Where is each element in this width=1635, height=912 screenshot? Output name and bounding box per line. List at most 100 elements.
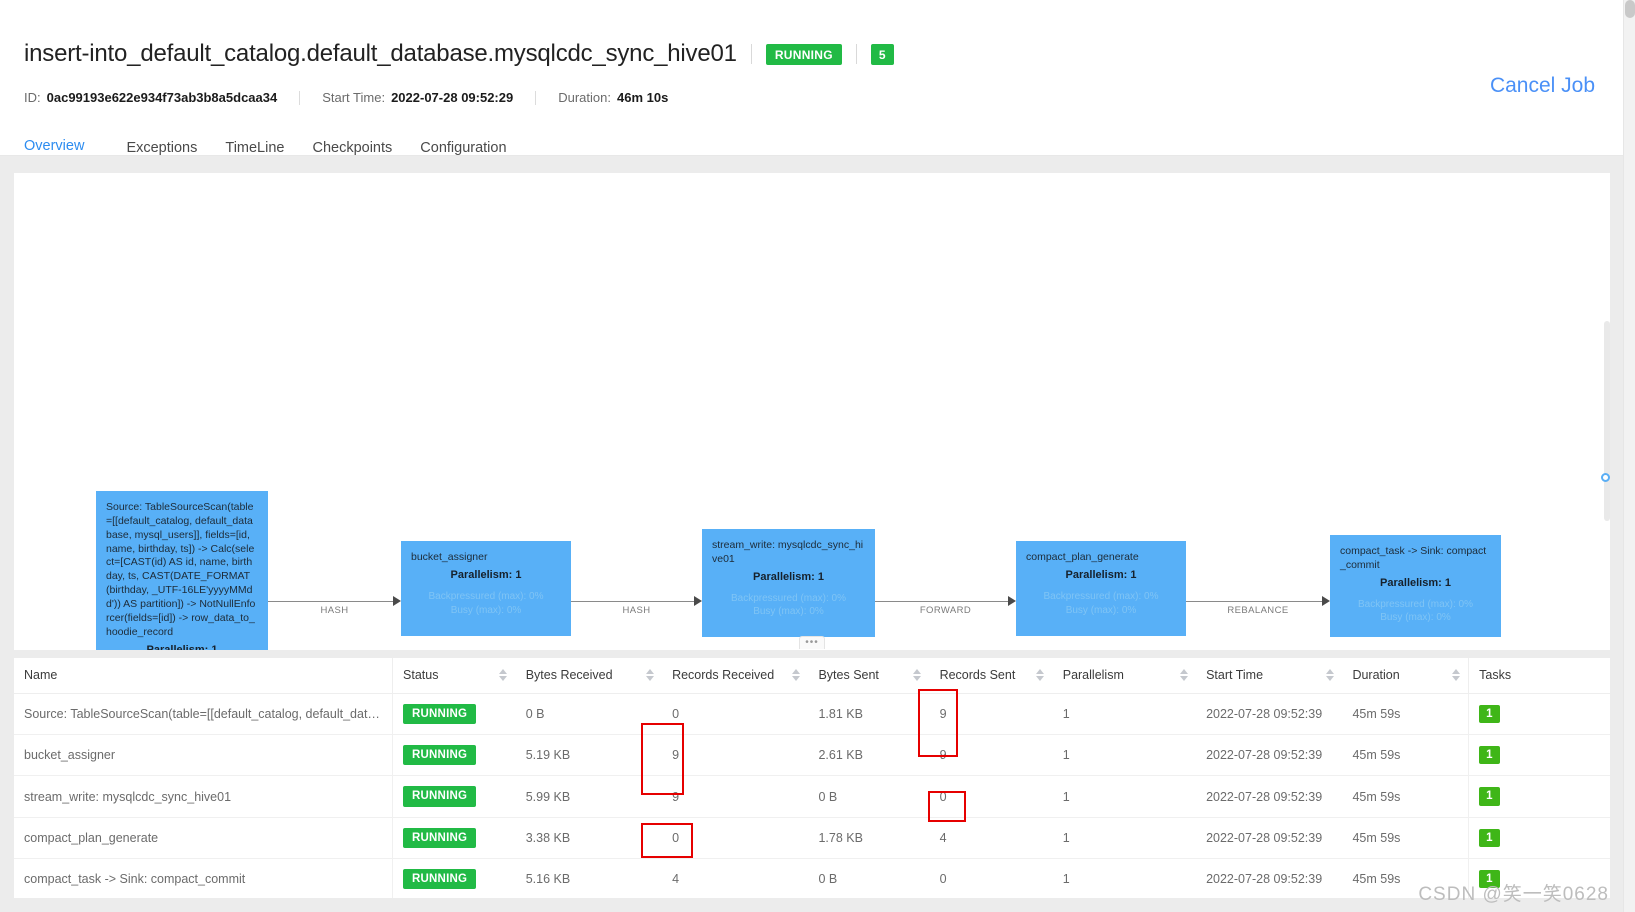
cell-parallelism: 1 — [1052, 693, 1197, 736]
cell-name[interactable]: stream_write: mysqlcdc_sync_hive01 — [14, 775, 393, 818]
graph-node-compact-plan-generate[interactable]: compact_plan_generate Parallelism: 1 Bac… — [1016, 541, 1186, 636]
cell-name[interactable]: Source: TableSourceScan(table=[[default_… — [14, 693, 393, 736]
status-badge: RUNNING — [403, 827, 477, 848]
task-count-badge: 1 — [1479, 746, 1500, 765]
graph-node-busy: Busy (max): 0% — [1065, 604, 1137, 616]
cell-records-sent: 9 — [929, 693, 1053, 736]
sort-icon[interactable] — [645, 668, 654, 683]
cell-name[interactable]: bucket_assigner — [14, 734, 393, 777]
cell-duration: 45m 59s — [1342, 734, 1469, 777]
cell-tasks: 1 — [1468, 775, 1610, 818]
cell-records-received: 0 — [662, 693, 809, 736]
cell-parallelism: 1 — [1052, 817, 1197, 859]
cancel-job-button[interactable]: Cancel Job — [1490, 74, 1595, 98]
cell-duration: 45m 59s — [1342, 817, 1469, 859]
sort-icon[interactable] — [1179, 668, 1188, 683]
subtask-link[interactable]: compact_plan_generate — [24, 831, 158, 845]
edge-label: FORWARD — [919, 605, 972, 616]
table-header-row: Name Status Bytes Received Records Recei… — [14, 658, 1610, 694]
start-time-label: Start Time: — [322, 90, 386, 105]
cell-records-sent: 0 — [929, 858, 1053, 898]
sort-icon[interactable] — [913, 668, 922, 683]
column-header-status[interactable]: Status — [392, 658, 516, 694]
graph-node-bucket-assigner[interactable]: bucket_assigner Parallelism: 1 Backpress… — [401, 541, 571, 636]
column-header-bytes-sent[interactable]: Bytes Sent — [808, 658, 930, 694]
edge-line — [268, 601, 394, 602]
subtasks-table-panel: Name Status Bytes Received Records Recei… — [14, 658, 1610, 898]
column-header-records-sent-label: Records Sent — [939, 668, 1016, 682]
cell-bytes-sent: 1.81 KB — [808, 693, 930, 736]
task-count-badge: 1 — [1479, 828, 1500, 847]
graph-node-parallelism: Parallelism: 1 — [1065, 568, 1137, 581]
graph-node-name: bucket_assigner — [411, 551, 488, 563]
arrow-right-icon — [393, 596, 401, 606]
subtask-link[interactable]: compact_task -> Sink: compact_commit — [24, 872, 245, 886]
panel-resize-handle[interactable]: ••• — [799, 636, 825, 649]
job-dataflow-graph[interactable]: Source: TableSourceScan(table=[[default_… — [14, 173, 1610, 650]
graph-node-parallelism: Parallelism: 1 — [1380, 576, 1451, 589]
job-title-row: insert-into_default_catalog.default_data… — [24, 40, 894, 68]
page-scrollbar-thumb[interactable] — [1625, 0, 1635, 18]
graph-vertical-scrollbar[interactable] — [1604, 321, 1610, 521]
column-header-start-time[interactable]: Start Time — [1196, 658, 1343, 694]
table-body: Source: TableSourceScan(table=[[default_… — [14, 693, 1610, 898]
status-badge: RUNNING — [403, 786, 477, 807]
graph-node-parallelism: Parallelism: 1 — [753, 570, 824, 583]
job-id-value: 0ac99193e622e934f73ab3b8a5dcaa34 — [46, 90, 278, 105]
cell-records-received: 9 — [662, 775, 809, 818]
cell-start-time: 2022-07-28 09:52:39 — [1196, 817, 1343, 859]
graph-node-name: Source: TableSourceScan(table=[[default_… — [106, 501, 256, 638]
duration-value: 46m 10s — [616, 90, 669, 105]
cell-tasks: 1 — [1468, 693, 1610, 736]
watermark: CSDN @笑一笑0628 — [1418, 884, 1609, 905]
graph-node-backpressured: Backpressured (max): 0% — [730, 593, 847, 605]
column-header-records-sent[interactable]: Records Sent — [929, 658, 1053, 694]
arrow-right-icon — [694, 596, 702, 606]
meta-divider-2 — [535, 90, 537, 105]
edge-line — [571, 601, 695, 602]
table-row[interactable]: compact_plan_generate RUNNING 3.38 KB 0 … — [14, 817, 1610, 859]
table-row[interactable]: stream_write: mysqlcdc_sync_hive01 RUNNI… — [14, 775, 1610, 818]
sort-icon[interactable] — [1036, 668, 1045, 683]
sort-icon[interactable] — [1325, 668, 1334, 683]
subtask-link[interactable]: Source: TableSourceScan(table=[[default_… — [24, 707, 393, 721]
graph-node-source[interactable]: Source: TableSourceScan(table=[[default_… — [96, 491, 268, 650]
graph-node-name: compact_task -> Sink: compact_commit — [1340, 545, 1487, 571]
status-badge: RUNNING — [403, 868, 477, 890]
column-header-tasks[interactable]: Tasks — [1468, 658, 1610, 694]
column-header-parallelism-label: Parallelism — [1062, 668, 1124, 682]
graph-edge-rebalance: REBALANCE — [1186, 591, 1330, 616]
graph-node-busy: Busy (max): 0% — [753, 606, 824, 618]
subtask-link[interactable]: bucket_assigner — [24, 748, 115, 762]
column-header-bytes-sent-label: Bytes Sent — [818, 668, 879, 682]
cell-records-sent: 0 — [929, 775, 1053, 818]
cell-name[interactable]: compact_task -> Sink: compact_commit — [14, 858, 393, 898]
table-row[interactable]: Source: TableSourceScan(table=[[default_… — [14, 693, 1610, 736]
column-header-records-received[interactable]: Records Received — [662, 658, 809, 694]
column-header-duration[interactable]: Duration — [1342, 658, 1469, 694]
sort-icon[interactable] — [791, 668, 800, 683]
column-header-parallelism[interactable]: Parallelism — [1052, 658, 1197, 694]
cell-tasks: 1 — [1468, 817, 1610, 859]
table-row[interactable]: bucket_assigner RUNNING 5.19 KB 9 2.61 K… — [14, 734, 1610, 777]
edge-line — [875, 601, 1009, 602]
table-row[interactable]: compact_task -> Sink: compact_commit RUN… — [14, 858, 1610, 898]
task-count-badge: 1 — [1479, 787, 1500, 806]
sort-icon[interactable] — [1451, 668, 1460, 683]
graph-node-busy: Busy (max): 0% — [1380, 612, 1451, 624]
job-meta-row: ID: 0ac99193e622e934f73ab3b8a5dcaa34 Sta… — [24, 90, 668, 105]
column-header-name[interactable]: Name — [14, 658, 393, 694]
column-header-bytes-received[interactable]: Bytes Received — [515, 658, 663, 694]
cell-parallelism: 1 — [1052, 858, 1197, 898]
cell-records-received: 4 — [662, 858, 809, 898]
graph-minimap-handle[interactable] — [1601, 473, 1610, 482]
sort-icon[interactable] — [499, 668, 508, 683]
graph-node-stream-write[interactable]: stream_write: mysqlcdc_sync_hive01 Paral… — [702, 529, 875, 637]
cell-name[interactable]: compact_plan_generate — [14, 817, 393, 859]
meta-divider-1 — [299, 90, 301, 105]
edge-label: HASH — [622, 605, 651, 616]
page-scrollbar[interactable] — [1623, 0, 1635, 912]
graph-node-compact-task-sink[interactable]: compact_task -> Sink: compact_commit Par… — [1330, 535, 1501, 637]
graph-node-backpressured: Backpressured (max): 0% — [428, 591, 544, 603]
subtask-link[interactable]: stream_write: mysqlcdc_sync_hive01 — [24, 790, 231, 804]
